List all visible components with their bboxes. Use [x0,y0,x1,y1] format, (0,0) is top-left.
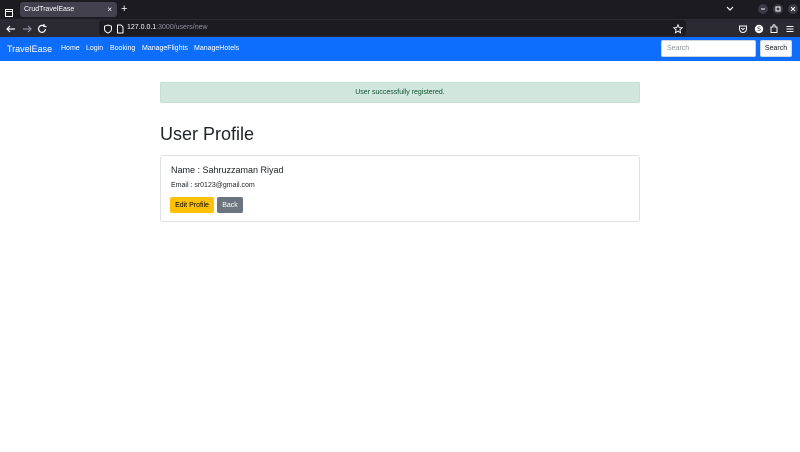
address-bar[interactable]: 127.0.0.1:3000/users/new [99,20,686,36]
svg-text:S: S [757,26,761,33]
browser-navigation-bar: 127.0.0.1:3000/users/new S [0,19,800,37]
edit-profile-button[interactable]: Edit Profile [170,197,214,213]
profile-card: Name : Sahruzzaman Riyad Email : sr0123@… [160,155,640,222]
close-tab-icon[interactable]: × [107,2,112,17]
url-path: :3000/users/new [156,24,208,31]
nav-link-home[interactable]: Home [61,37,80,61]
forward-arrow-icon[interactable] [21,22,33,34]
navbar-brand[interactable]: TravelEase [7,37,52,61]
minimize-icon[interactable] [758,4,768,14]
search-input[interactable] [661,40,756,57]
page-title: User Profile [160,124,255,144]
bookmark-star-icon[interactable] [672,22,684,34]
shield-icon[interactable] [102,22,114,34]
menu-icon[interactable] [784,22,796,34]
pocket-icon[interactable] [737,22,749,34]
window-icon[interactable] [5,4,13,17]
success-alert: User successfully registered. [160,82,640,103]
back-arrow-icon[interactable] [5,22,17,34]
search-button[interactable]: Search [760,40,792,57]
maximize-icon[interactable] [773,4,783,14]
browser-tab-bar: CrudTravelEase × + [0,0,800,19]
new-tab-button[interactable]: + [121,1,127,17]
chevron-down-icon[interactable] [725,2,735,16]
nav-link-login[interactable]: Login [86,37,103,61]
profile-icon[interactable]: S [753,22,765,34]
app-navbar: TravelEase Home Login Booking ManageFlig… [0,37,800,61]
back-button[interactable]: Back [217,197,243,213]
nav-link-manage-hotels[interactable]: ManageHotels [194,37,239,61]
close-icon[interactable] [788,4,798,14]
reload-icon[interactable] [36,22,48,34]
url-host: 127.0.0.1 [127,24,157,31]
nav-link-manage-flights[interactable]: ManageFlights [142,37,188,61]
tab-title: CrudTravelEase [24,6,75,13]
nav-link-booking[interactable]: Booking [110,37,135,61]
url-text: 127.0.0.1:3000/users/new [127,20,208,36]
extensions-icon[interactable] [768,22,780,34]
browser-tab[interactable]: CrudTravelEase × [20,2,117,17]
profile-email: Email : sr0123@gmail.com [171,182,255,189]
page-icon [114,22,126,34]
profile-name: Name : Sahruzzaman Riyad [171,165,284,175]
